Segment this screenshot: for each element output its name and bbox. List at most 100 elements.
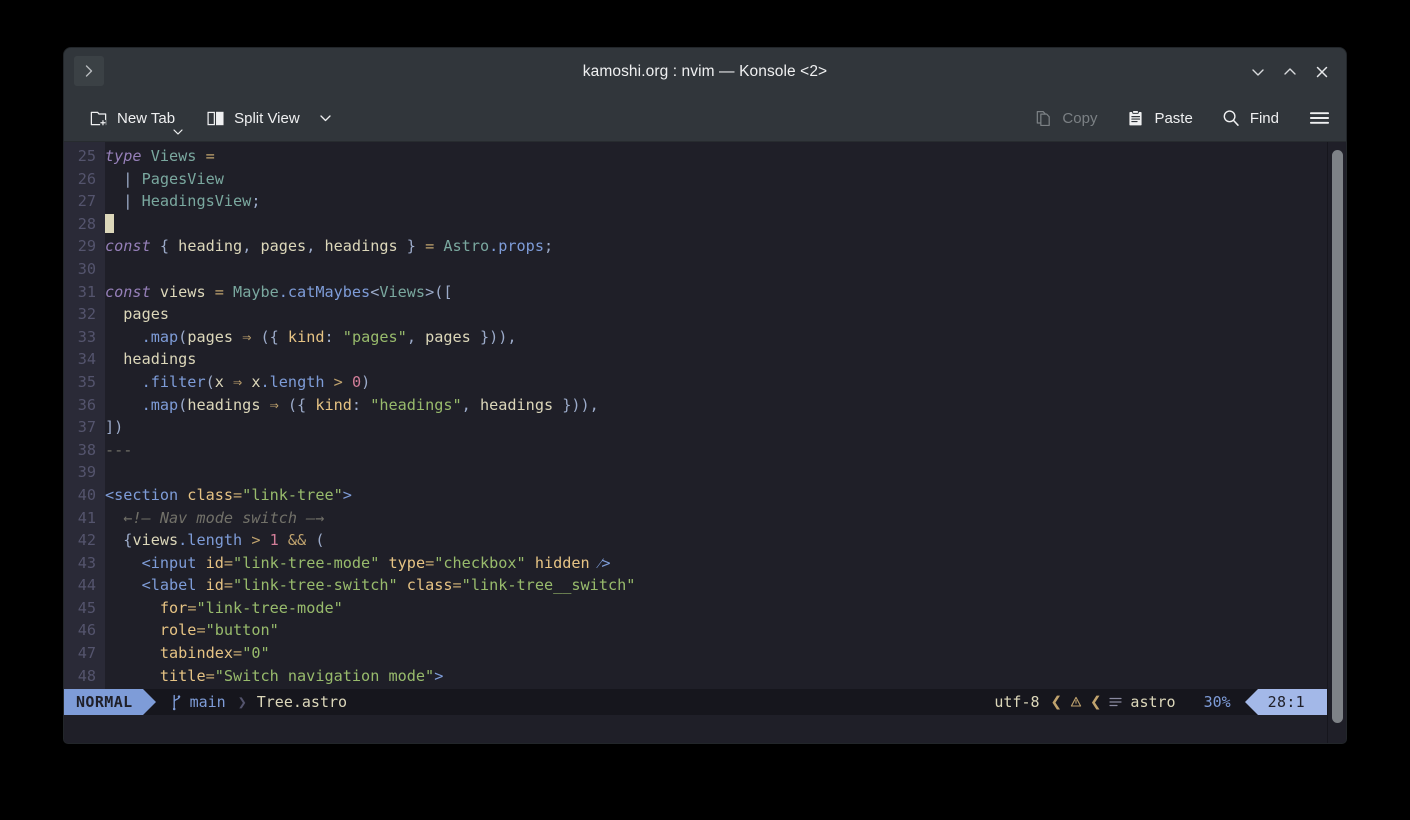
warning-icon <box>1069 689 1083 715</box>
code-token: = <box>452 576 462 595</box>
code-token: | <box>123 169 142 188</box>
code-token: ; <box>543 237 554 256</box>
split-view-dropdown[interactable] <box>318 112 333 124</box>
code-line: 28 <box>64 213 1327 236</box>
code-text: .map(headings ⇒ ({ kind: "headings", hea… <box>105 396 599 414</box>
code-text: ]) <box>105 418 123 436</box>
close-button[interactable] <box>1310 60 1334 84</box>
code-token: pages <box>187 327 243 346</box>
split-view-button[interactable]: Split View <box>197 104 341 133</box>
chevron-down-icon <box>320 115 331 122</box>
code-line: 25 type Views = <box>64 145 1327 168</box>
code-token: headings <box>187 395 270 414</box>
code-token: "link-tree-mode" <box>233 553 380 572</box>
code-token: > <box>434 666 444 685</box>
close-icon <box>1316 66 1328 77</box>
maximize-button[interactable] <box>1278 60 1302 84</box>
code-token: })), <box>470 327 517 346</box>
find-button[interactable]: Find <box>1213 104 1287 133</box>
code-token: Views <box>150 147 206 165</box>
code-line: 32 pages <box>64 303 1327 326</box>
code-token: ( <box>178 395 188 414</box>
code-token: "headings" <box>370 395 462 414</box>
code-token: >([ <box>425 282 453 301</box>
code-token: ( <box>205 372 215 391</box>
code-line: 34 headings <box>64 348 1327 371</box>
scrollbar-thumb[interactable] <box>1332 150 1343 723</box>
code-text: const { heading, pages, headings } = Ast… <box>105 237 553 255</box>
minimize-button[interactable] <box>1246 60 1270 84</box>
hamburger-menu-button[interactable] <box>1301 104 1332 133</box>
code-token: "link-tree-mode" <box>196 598 343 617</box>
code-line: 29 const { heading, pages, headings } = A… <box>64 235 1327 258</box>
code-text: {views.length > 1 && ( <box>105 531 325 550</box>
terminal-area: 25 type Views = 26 | PagesView 27 | Heading… <box>64 142 1346 743</box>
line-number: 43 <box>77 553 96 572</box>
code-token: : <box>351 395 371 414</box>
code-line: 46 role="button" <box>64 619 1327 642</box>
new-tab-button[interactable]: New Tab <box>80 104 183 135</box>
nvim-cmdline[interactable] <box>64 715 1327 743</box>
code-text: --- <box>105 441 132 459</box>
line-number: 35 <box>77 372 96 391</box>
nvim-buffer[interactable]: 25 type Views = 26 | PagesView 27 | Heading… <box>64 142 1327 743</box>
code-token: > <box>333 372 352 391</box>
code-token: pages <box>105 305 170 324</box>
copy-button: Copy <box>1025 104 1105 133</box>
code-token: , <box>306 237 325 256</box>
code-line: 39 <box>64 461 1327 484</box>
code-token: heading <box>178 237 243 256</box>
code-token: ( <box>315 531 325 550</box>
code-token: "button" <box>205 621 279 640</box>
code-text: title="Switch navigation mode"> <box>105 667 443 685</box>
status-encoding: utf-8 <box>994 693 1040 711</box>
code-lines[interactable]: 25 type Views = 26 | PagesView 27 | Heading… <box>64 142 1327 687</box>
code-token: .length <box>178 531 252 550</box>
code-token: Maybe <box>233 282 279 301</box>
code-text: .filter(x ⇒ x.length > 0) <box>105 372 371 391</box>
code-line: 38 --- <box>64 439 1327 462</box>
code-line: 43 <input id="link-tree-mode" type="chec… <box>64 552 1327 575</box>
code-token: .filter <box>141 372 206 391</box>
chevron-down-icon[interactable] <box>172 127 184 137</box>
line-number: 47 <box>77 644 96 663</box>
code-token: = <box>425 237 444 256</box>
code-token: = <box>214 282 234 301</box>
code-token: { <box>105 531 133 550</box>
nvim-statusline: NORMAL main ❯ Tree.astro utf-8 ❮ ❮ astro… <box>64 689 1327 715</box>
code-text: | HeadingsView; <box>105 192 260 210</box>
code-token: type <box>105 147 151 165</box>
code-token: pages <box>425 327 471 346</box>
code-text: const views = Maybe.catMaybes<Views>([ <box>105 283 453 301</box>
minimize-icon <box>1252 68 1264 76</box>
code-line: 37]) <box>64 416 1327 439</box>
status-scroll-percent: 30% <box>1203 693 1231 711</box>
code-token: ⇒ <box>269 395 279 414</box>
status-separator: ❯ <box>237 693 247 711</box>
terminal-scrollbar[interactable] <box>1327 142 1346 743</box>
code-token: <input <box>105 553 206 572</box>
code-token: Views <box>379 282 426 301</box>
code-token: .catMaybes <box>278 282 371 301</box>
status-git-branch: main <box>156 689 228 715</box>
code-token: headings <box>324 237 398 256</box>
code-text: type Views = <box>105 147 215 165</box>
code-token: = <box>233 644 243 663</box>
line-number: 36 <box>77 395 96 414</box>
maximize-icon <box>1284 67 1296 75</box>
code-line: 36 .map(headings ⇒ ({ kind: "headings", … <box>64 394 1327 417</box>
lines-icon <box>1108 689 1130 715</box>
code-token: kind <box>315 395 352 414</box>
code-token: , <box>242 237 261 256</box>
status-cursor-position: 28:1 <box>1257 689 1327 715</box>
line-number: 44 <box>77 576 96 595</box>
code-token: ({ <box>251 327 288 346</box>
code-token: = <box>196 621 206 640</box>
code-line: 27 | HeadingsView; <box>64 190 1327 213</box>
paste-button[interactable]: Paste <box>1117 104 1200 133</box>
line-number: 42 <box>77 531 96 550</box>
code-token: })), <box>553 395 599 414</box>
